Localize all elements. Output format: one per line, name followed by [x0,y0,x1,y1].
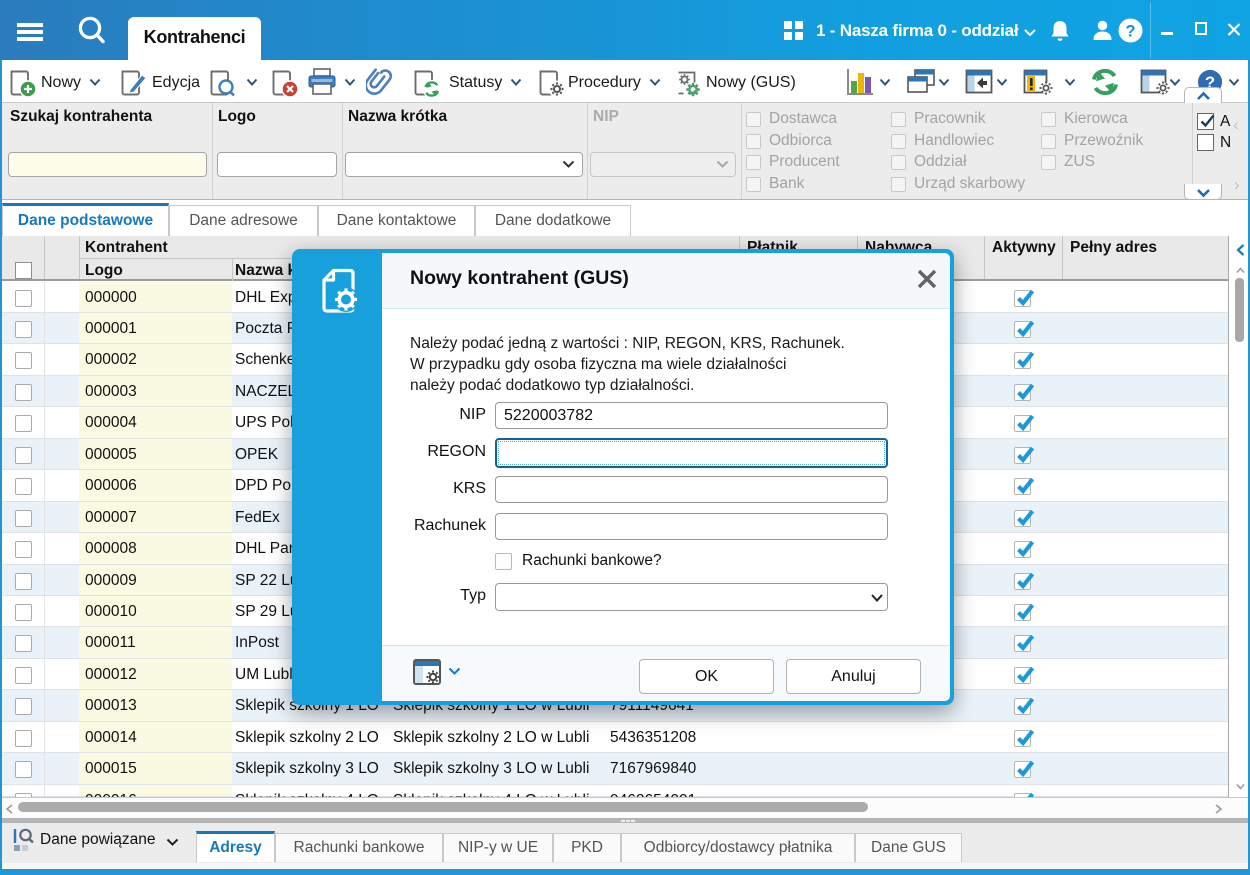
svg-text:?: ? [1125,22,1135,40]
